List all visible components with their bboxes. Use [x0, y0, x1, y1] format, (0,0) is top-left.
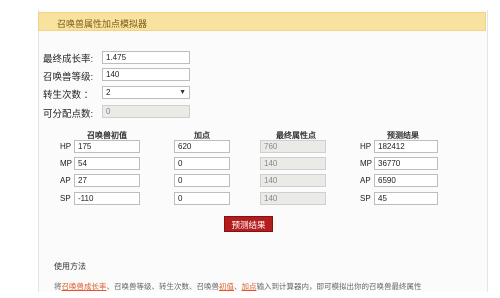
rebirth-value: 2: [106, 88, 111, 97]
add-ap-input[interactable]: 0: [174, 174, 230, 187]
growth-link[interactable]: 召唤兽成长率: [62, 282, 107, 291]
predict-label-hp: HP: [360, 142, 372, 151]
predict-mp-field: 36770: [374, 157, 438, 170]
final-mp-field: 140: [260, 157, 326, 170]
predict-label-sp: SP: [360, 194, 371, 203]
page-title: 召唤兽属性加点模拟器: [57, 19, 148, 29]
growth-label: 最终成长率:: [43, 54, 94, 65]
usage-text-4: 输入到计算器内，即可模拟出你的召唤兽最终属性: [256, 282, 422, 291]
points-label: 可分配点数:: [43, 109, 94, 120]
rebirth-label: 转生次数 ：: [43, 90, 94, 101]
add-link[interactable]: 加点: [242, 282, 257, 291]
points-input: 0: [102, 105, 190, 118]
level-input[interactable]: 140: [102, 68, 190, 81]
title-bar: 召唤兽属性加点模拟器: [38, 12, 486, 31]
row-label-hp: HP: [60, 142, 72, 151]
rebirth-select[interactable]: 2 ▼: [102, 86, 190, 99]
level-label: 召唤兽等级:: [43, 72, 94, 83]
initial-hp-input[interactable]: 175: [74, 140, 140, 153]
initial-mp-input[interactable]: 54: [74, 157, 140, 170]
predict-sp-field: 45: [374, 192, 438, 205]
add-sp-input[interactable]: 0: [174, 192, 230, 205]
usage-text-2: 、召唤兽等级、转生次数、召唤兽: [106, 282, 220, 291]
row-label-ap: AP: [60, 176, 71, 185]
predict-ap-field: 6590: [374, 174, 438, 187]
add-hp-input[interactable]: 620: [174, 140, 230, 153]
row-label-sp: SP: [60, 194, 71, 203]
initial-sp-input[interactable]: -110: [74, 192, 140, 205]
predict-button[interactable]: 预测结果: [224, 216, 273, 232]
final-ap-field: 140: [260, 174, 326, 187]
final-hp-field: 760: [260, 140, 326, 153]
usage-text-1: 将: [54, 282, 62, 291]
chevron-down-icon: ▼: [179, 89, 186, 96]
usage-text: 将召唤兽成长率、召唤兽等级、转生次数、召唤兽初值、加点输入到计算器内，即可模拟出…: [54, 281, 422, 292]
predict-label-mp: MP: [360, 159, 372, 168]
row-label-mp: MP: [60, 159, 72, 168]
final-sp-field: 140: [260, 192, 326, 205]
initial-ap-input[interactable]: 27: [74, 174, 140, 187]
initial-link[interactable]: 初值: [219, 282, 234, 291]
predict-hp-field: 182412: [374, 140, 438, 153]
add-mp-input[interactable]: 0: [174, 157, 230, 170]
usage-text-3: 、: [234, 282, 242, 291]
predict-label-ap: AP: [360, 176, 371, 185]
growth-input[interactable]: 1.475: [102, 51, 190, 64]
usage-title: 使用方法: [54, 262, 86, 271]
